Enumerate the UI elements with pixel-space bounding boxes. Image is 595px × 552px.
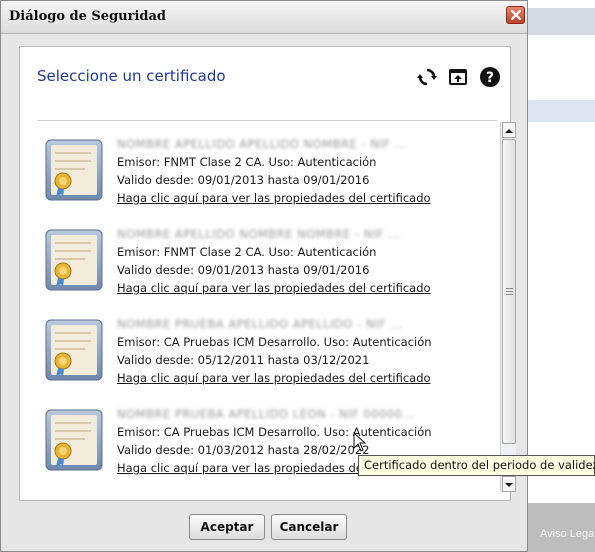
certificate-icon [45,409,103,471]
certificate-icon [45,319,103,381]
grip-line [506,294,513,295]
validity-tooltip: Certificado dentro del periodo de valide… [358,455,595,476]
certificate-name: NOMBRE APELLIDO APELLIDO NOMBRE - NIF ..… [117,137,407,151]
open-file-icon [449,69,467,85]
background-header-band [520,8,595,35]
certificate-item[interactable]: NOMBRE PRUEBA APELLIDO LEON - NIF 00000.… [40,401,480,491]
background-highlight-band [520,100,595,122]
certificate-item[interactable]: NOMBRE APELLIDO APELLIDO NOMBRE - NIF ..… [40,131,480,221]
close-icon [510,9,522,21]
certificate-properties-link[interactable]: Haga clic aquí para ver las propiedades … [117,371,431,385]
certificate-properties-link[interactable]: Haga clic aquí para ver las propiedades … [117,191,431,205]
certificate-name: NOMBRE PRUEBA APELLIDO APELLIDO - NIF ..… [117,317,403,331]
svg-text:?: ? [486,70,494,86]
help-button[interactable]: ? [479,66,501,88]
certificate-validity: Valido desde: 09/01/2013 hasta 09/01/201… [117,173,370,187]
mouse-cursor-icon [353,432,367,452]
scroll-thumb[interactable] [502,139,516,444]
open-file-button[interactable] [447,66,469,88]
help-icon: ? [480,67,500,87]
arrow-up-icon [505,129,513,133]
footer-legal-link[interactable]: Aviso Legal | [540,528,595,540]
certificate-issuer: Emisor: CA Pruebas ICM Desarrollo. Uso: … [117,335,432,349]
certificate-validity: Valido desde: 09/01/2013 hasta 09/01/201… [117,263,370,277]
certificate-validity: Valido desde: 01/03/2012 hasta 28/02/202… [117,443,370,457]
scroll-up-button[interactable] [502,122,516,138]
certificate-icon [45,229,103,291]
grip-line [506,291,513,292]
certificate-list: NOMBRE APELLIDO APELLIDO NOMBRE - NIF ..… [40,121,500,493]
certificate-name: NOMBRE APELLIDO NOMBRE NOMBRE - NIF ... [117,227,401,241]
dialog-title: Diálogo de Seguridad [9,9,167,24]
certificate-validity: Valido desde: 05/12/2011 hasta 03/12/202… [117,353,370,367]
refresh-icon [417,68,437,86]
certificate-issuer: Emisor: CA Pruebas ICM Desarrollo. Uso: … [117,425,432,439]
certificate-panel: Seleccione un certificado ? NOMBRE APELL… [19,46,516,501]
accept-button[interactable]: Aceptar [189,514,265,540]
panel-heading: Seleccione un certificado [37,67,226,85]
certificate-item[interactable]: NOMBRE PRUEBA APELLIDO APELLIDO - NIF ..… [40,311,480,401]
certificate-issuer: Emisor: FNMT Clase 2 CA. Uso: Autenticac… [117,245,377,259]
dialog-titlebar[interactable]: Diálogo de Seguridad [1,1,527,34]
list-scrollbar[interactable] [500,122,516,492]
certificate-name: NOMBRE PRUEBA APELLIDO LEON - NIF 00000.… [117,407,415,421]
certificate-icon [45,139,103,201]
certificate-issuer: Emisor: FNMT Clase 2 CA. Uso: Autenticac… [117,155,377,169]
refresh-button[interactable] [416,66,438,88]
certificate-properties-link[interactable]: Haga clic aquí para ver las propiedades … [117,281,431,295]
grip-line [506,288,513,289]
scroll-down-button[interactable] [502,476,516,492]
certificate-item[interactable]: NOMBRE APELLIDO NOMBRE NOMBRE - NIF ... … [40,221,480,311]
cancel-button[interactable]: Cancelar [271,514,347,540]
close-button[interactable] [506,6,525,24]
arrow-down-icon [505,483,513,487]
